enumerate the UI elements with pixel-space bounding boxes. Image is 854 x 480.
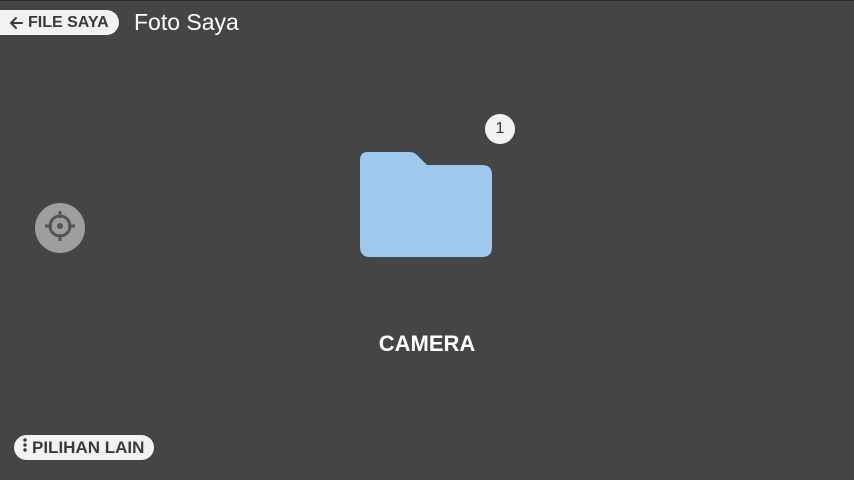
page-title: Foto Saya xyxy=(134,9,239,35)
back-button[interactable]: FILE SAYA xyxy=(0,10,119,35)
folder-camera[interactable] xyxy=(360,152,493,258)
locate-button[interactable] xyxy=(35,203,85,253)
folder-icon xyxy=(360,152,493,262)
more-options-button[interactable]: PILIHAN LAIN xyxy=(14,435,155,460)
top-divider xyxy=(0,0,854,1)
crosshair-icon xyxy=(43,209,77,248)
folder-count-badge: 1 xyxy=(485,114,515,144)
more-options-label: PILIHAN LAIN xyxy=(32,437,145,457)
back-button-label: FILE SAYA xyxy=(28,13,109,31)
more-vertical-icon xyxy=(22,437,28,458)
arrow-left-icon xyxy=(8,15,24,31)
folder-name: CAMERA xyxy=(378,331,476,356)
